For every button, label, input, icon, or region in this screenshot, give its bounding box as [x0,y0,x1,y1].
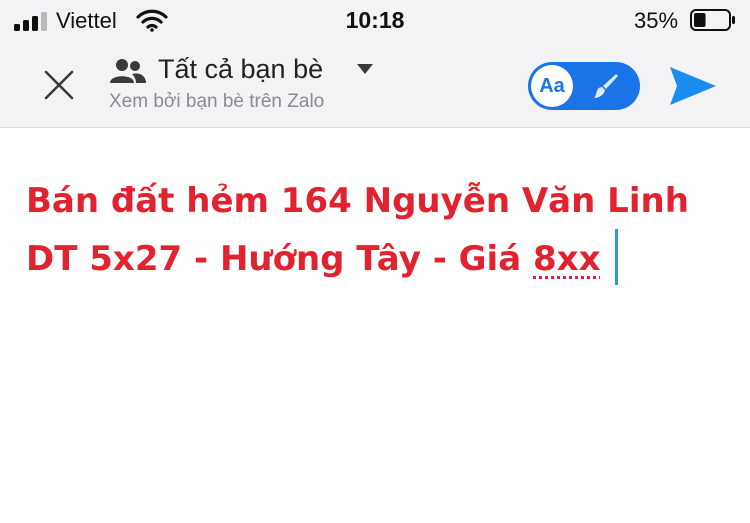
post-text-flagged-word: 8xx [533,239,601,279]
text-caret [614,228,618,285]
composer-header: Tất cả bạn bè Xem bởi bạn bè trên Zalo A… [0,40,750,128]
close-icon[interactable] [38,64,80,106]
audience-label: Tất cả bạn bè [158,54,324,84]
battery-percent: 35% [634,8,679,33]
post-composer-screen: Viettel 10:18 35% Tất cả bạn bè Xem bởi … [0,0,750,523]
text-style-toggle[interactable]: Aa [528,62,640,110]
post-text-area[interactable]: Bán đất hẻm 164 Nguyễn Văn Linh DT 5x27 … [26,172,726,289]
audience-subtitle: Xem bởi bạn bè trên Zalo [109,91,325,112]
send-icon[interactable] [668,64,718,108]
people-icon [110,59,146,83]
paint-brush-icon[interactable] [592,72,620,100]
battery-icon [690,9,735,31]
font-style-button[interactable]: Aa [531,65,573,107]
audience-selector[interactable]: Tất cả bạn bè Xem bởi bạn bè trên Zalo [109,52,410,122]
status-bar: Viettel 10:18 35% [0,0,750,40]
caret-down-icon [357,64,373,74]
